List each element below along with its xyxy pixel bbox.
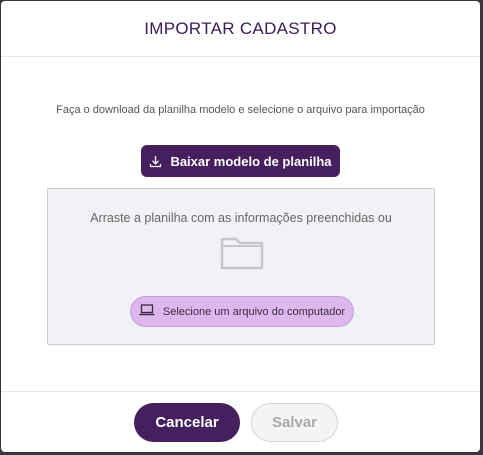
download-template-label: Baixar modelo de planilha [170, 153, 332, 169]
save-button[interactable]: Salvar [251, 403, 338, 442]
modal-title: IMPORTAR CADASTRO [144, 18, 337, 38]
file-dropzone[interactable]: Arraste a planilha com as informações pr… [47, 188, 435, 345]
instruction-text: Faça o download da planilha modelo e sel… [56, 104, 425, 116]
select-file-button[interactable]: Selecione um arquivo do computador [130, 296, 354, 327]
dropzone-text: Arraste a planilha com as informações pr… [90, 211, 392, 225]
select-file-label: Selecione um arquivo do computador [162, 305, 346, 318]
folder-icon [220, 234, 264, 270]
download-template-button[interactable]: Baixar modelo de planilha [141, 145, 340, 177]
laptop-icon [139, 304, 155, 319]
import-modal: IMPORTAR CADASTRO Faça o download da pla… [1, 1, 480, 452]
modal-footer: Cancelar Salvar [1, 391, 480, 452]
cancel-button[interactable]: Cancelar [134, 403, 240, 442]
modal-header: IMPORTAR CADASTRO [1, 1, 480, 57]
download-icon [149, 155, 162, 168]
